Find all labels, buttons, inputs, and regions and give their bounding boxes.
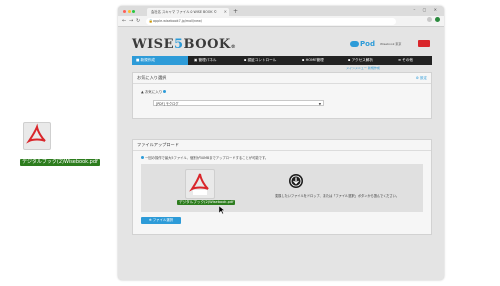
forward-icon[interactable]: →	[129, 17, 133, 25]
chevron-down-icon: ▼	[318, 102, 321, 106]
extension-icon[interactable]	[426, 17, 432, 22]
pdf-file-icon	[23, 122, 51, 150]
browser-toolbar: ← → ↻ 🔒 apple.wisebook7.jp/moll/new/	[118, 16, 444, 27]
cloud-icon	[350, 40, 359, 47]
desktop-file-label: デジタルブック(2)Wisebook.pdf	[20, 159, 100, 166]
browser-window: 会社名 スキャマ ファイル 0 WISE BOOK © ✕ + – ▢ ✕ ← …	[118, 6, 444, 280]
user-menu-button[interactable]	[418, 40, 430, 47]
window-controls[interactable]: – ▢ ✕	[413, 7, 440, 12]
drop-instructions: 変換したいファイルをドロップ、または「ファイル選択」ボタンから選んでください。	[275, 194, 400, 198]
favorite-panel-title: お気に入り選択 ⚙ 設定	[133, 73, 431, 84]
main-nav: ■ 新規作成 ▣ 管理パネル ▪ 認証コントロール ▪ HOME管理 ▪ アクセ…	[132, 56, 432, 65]
dragged-file-label: デジタルブック(2)Wisebook.pdf	[177, 200, 236, 205]
pod-logo: Pod	[350, 40, 375, 48]
user-info[interactable]: Wisebook 東京	[380, 42, 401, 46]
address-bar[interactable]: 🔒 apple.wisebook7.jp/moll/new/	[146, 17, 396, 25]
nav-item-home-admin[interactable]: ▪ HOME管理	[298, 56, 342, 65]
nav-item-other[interactable]: ≡ その他	[394, 56, 432, 65]
back-icon[interactable]: ←	[122, 17, 126, 25]
upload-panel-title: ファイルアップロード	[133, 140, 431, 151]
tab-title: 会社名 スキャマ ファイル 0 WISE BOOK ©	[151, 10, 217, 14]
close-tab-icon[interactable]: ✕	[224, 8, 227, 16]
dragged-pdf-icon	[185, 169, 215, 199]
info-icon	[163, 90, 167, 93]
reload-icon[interactable]: ↻	[136, 17, 140, 25]
breadcrumb[interactable]: メインメニュー 新規作成	[346, 66, 380, 70]
tab-bar: 会社名 スキャマ ファイル 0 WISE BOOK © ✕ + – ▢ ✕	[118, 6, 444, 16]
nav-item-new[interactable]: ■ 新規作成	[132, 56, 188, 65]
favorite-field-label: ▲ お気に入り	[141, 90, 167, 95]
nav-item-access-analysis[interactable]: ▪ アクセス解析	[344, 56, 392, 65]
url-text: apple.wisebook7.jp/moll/new/	[153, 18, 202, 23]
new-tab-icon[interactable]: +	[233, 8, 238, 16]
profile-icon[interactable]	[435, 17, 440, 22]
app-area: WISE5BOOK® Pod Wisebook 東京 ■ 新規作成 ▣ 管理パネ…	[118, 27, 444, 280]
settings-link[interactable]: ⚙ 設定	[416, 73, 427, 83]
cursor-icon	[218, 205, 226, 215]
lock-icon: 🔒	[148, 18, 153, 23]
info-icon	[141, 156, 144, 159]
favorite-panel: お気に入り選択 ⚙ 設定 ▲ お気に入り [PDF] モクログ ▼	[132, 72, 432, 119]
nav-item-auth-control[interactable]: ▪ 認証コントロール	[240, 56, 296, 65]
toolbar-icons	[425, 17, 440, 23]
nav-item-admin-panel[interactable]: ▣ 管理パネル	[190, 56, 238, 65]
file-dropzone[interactable]: デジタルブック(2)Wisebook.pdf 変換したいファイルをドロップ、また…	[141, 164, 423, 215]
wisebook-logo: WISE5BOOK®	[132, 37, 237, 52]
browser-tab[interactable]: 会社名 スキャマ ファイル 0 WISE BOOK © ✕	[147, 8, 229, 16]
window-dots[interactable]	[123, 9, 137, 14]
favorite-select[interactable]: [PDF] モクログ ▼	[153, 100, 324, 106]
upload-panel: ファイルアップロード 一回の操作で最大5ファイル、個別が50MBまでアップロード…	[132, 139, 432, 235]
upload-note: 一回の操作で最大5ファイル、個別が50MBまでアップロードすることが可能です。	[141, 155, 268, 160]
download-arrow-icon	[289, 174, 303, 188]
choose-file-button[interactable]: ⊕ ファイル選択	[141, 217, 181, 224]
